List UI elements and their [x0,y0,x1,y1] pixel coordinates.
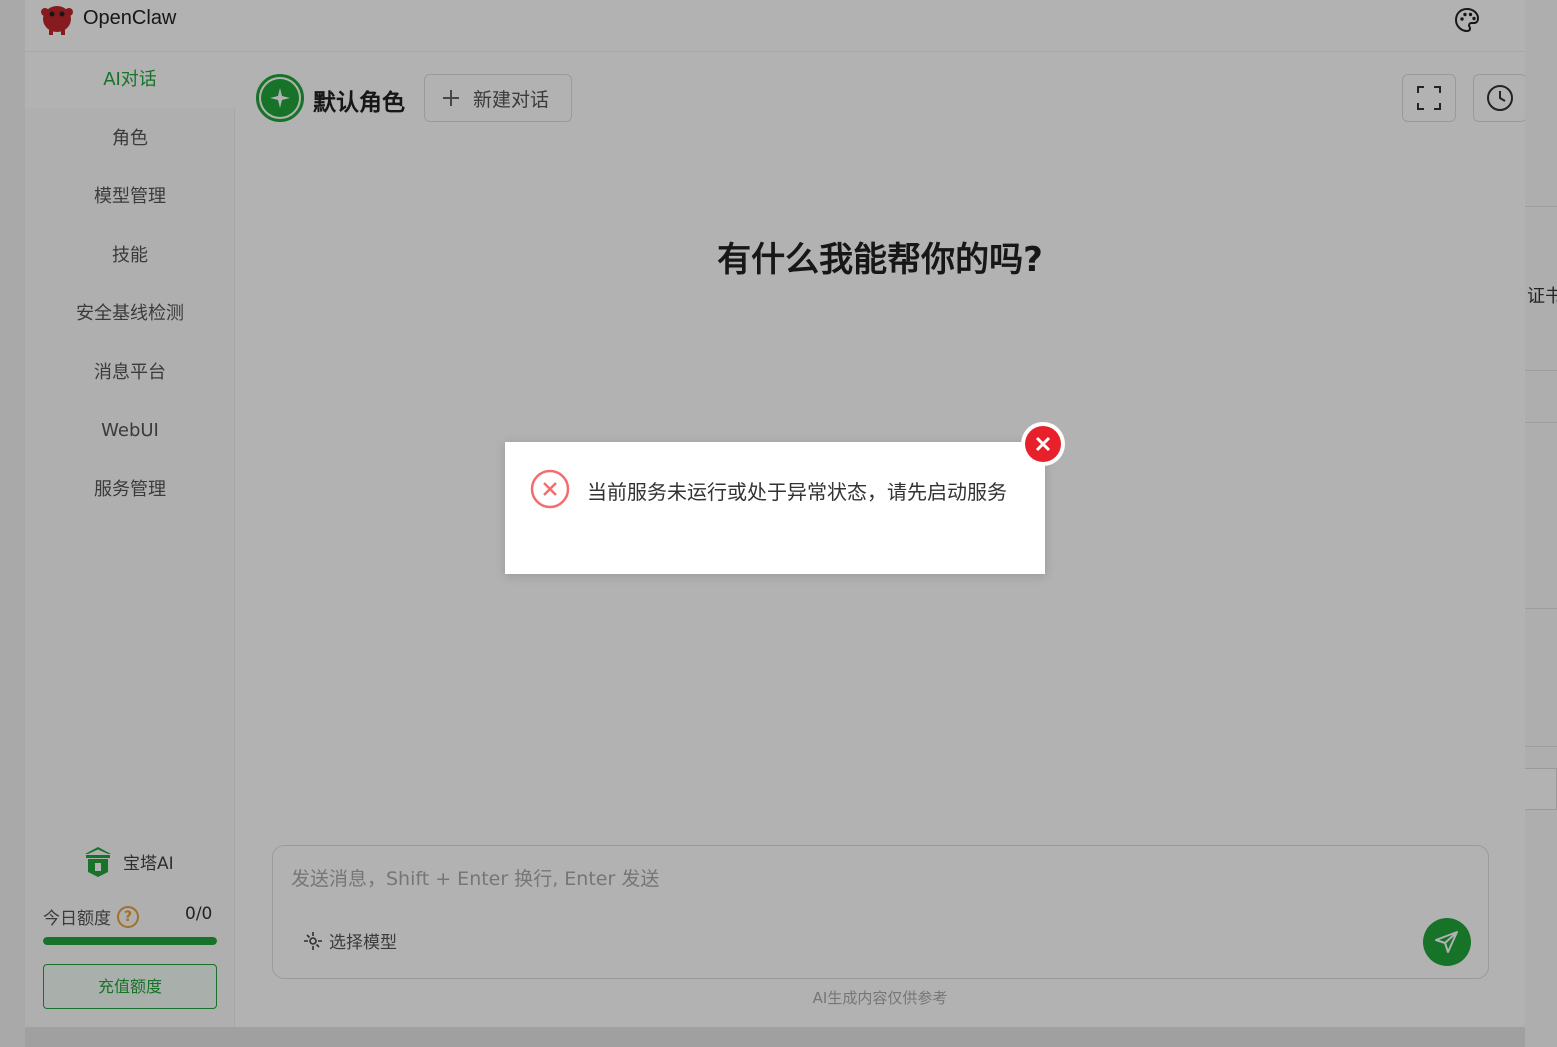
error-message: 当前服务未运行或处于异常状态，请先启动服务 [587,480,1007,504]
error-icon [530,469,570,509]
close-icon [1035,436,1051,452]
dialog-close-button[interactable] [1021,422,1065,466]
error-dialog: 当前服务未运行或处于异常状态，请先启动服务 [505,442,1045,574]
